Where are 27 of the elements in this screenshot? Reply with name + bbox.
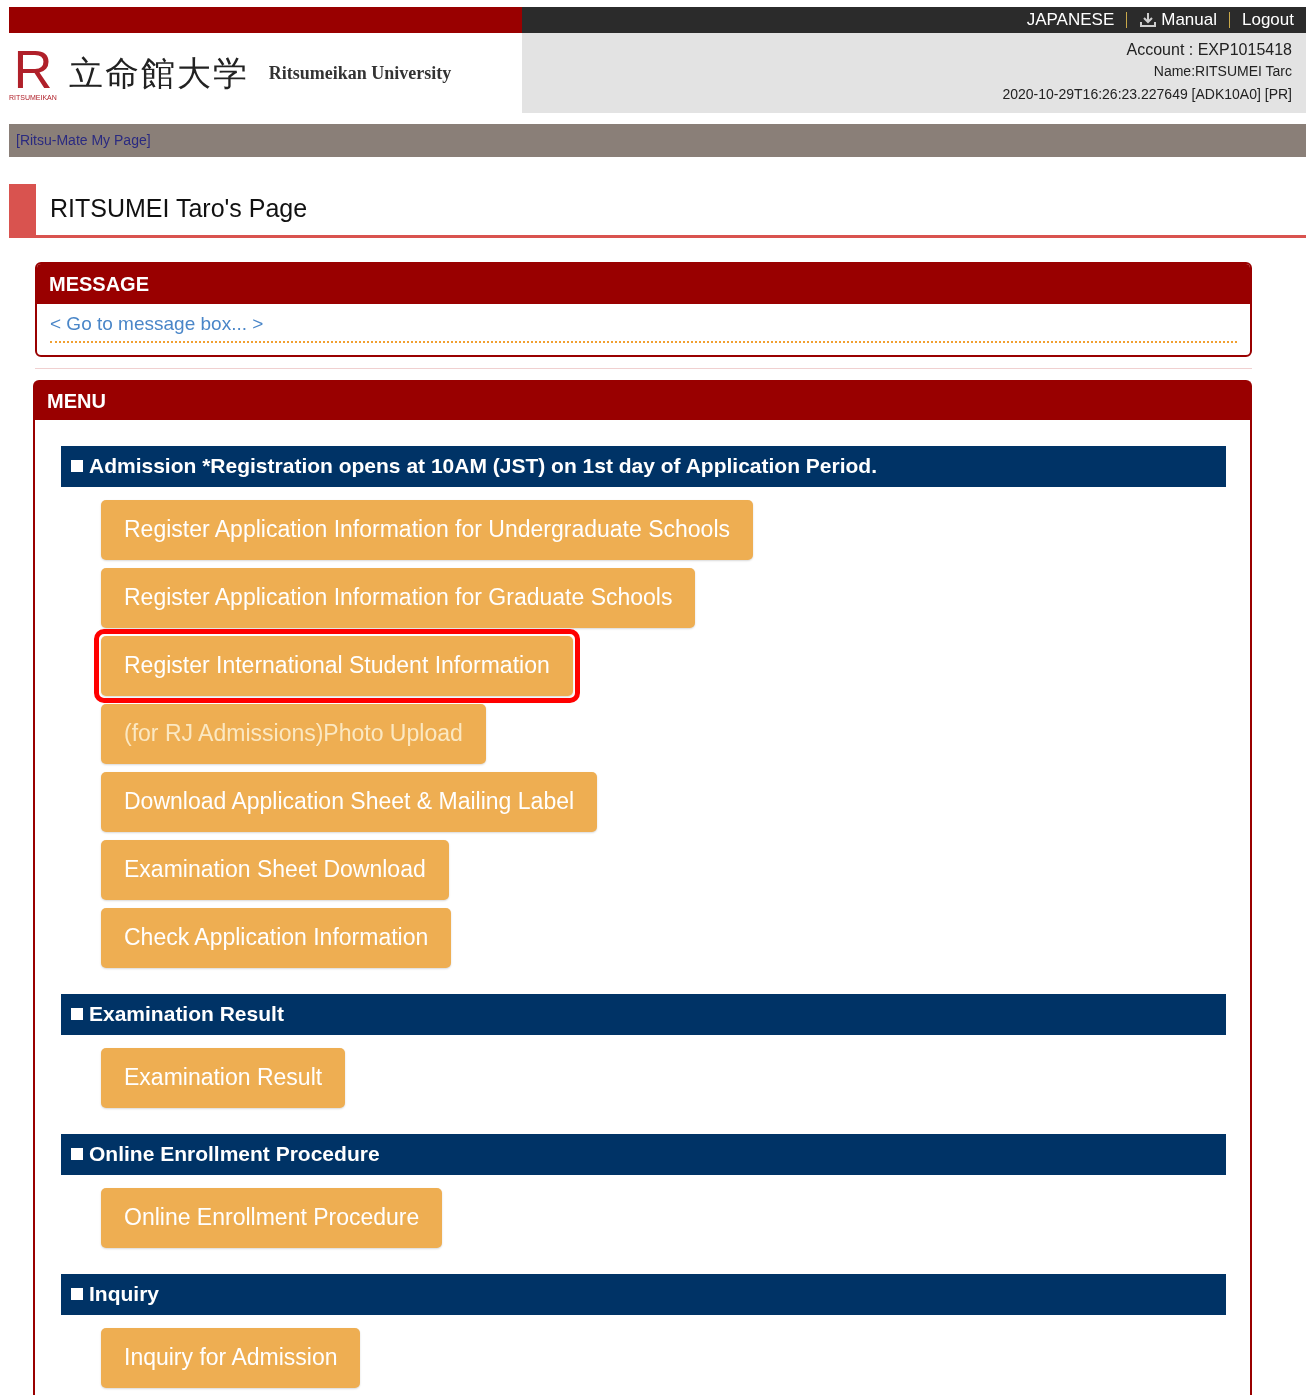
message-header: MESSAGE bbox=[37, 264, 1250, 304]
account-id: Account : EXP1015418 bbox=[1126, 40, 1292, 60]
menu-button[interactable]: Examination Result bbox=[101, 1047, 346, 1108]
menu-button[interactable]: Register Application Information for Undergraduate Schools bbox=[101, 499, 753, 560]
menu-button[interactable]: Examination Sheet Download bbox=[101, 839, 449, 900]
section-header: Admission *Registration opens at 10AM (JST) on 1st day of Application Period. bbox=[61, 445, 1226, 487]
message-box-link[interactable]: < Go to message box... > bbox=[50, 313, 264, 334]
section-header: Inquiry bbox=[61, 1273, 1226, 1315]
logo-english-name: Ritsumeikan University bbox=[268, 61, 452, 85]
menu-button[interactable]: Download Application Sheet & Mailing Label bbox=[101, 771, 598, 832]
account-name: Name:RITSUMEI Tarc bbox=[1153, 62, 1292, 81]
section-header: Examination Result bbox=[61, 993, 1226, 1035]
menu-header: MENU bbox=[35, 381, 1250, 420]
menu-button[interactable]: Inquiry for Admission bbox=[101, 1327, 361, 1388]
menu-button[interactable]: Online Enrollment Procedure bbox=[101, 1187, 443, 1248]
login-timestamp: 2020-10-29T16:26:23.227649 [ADK10A0] [PR] bbox=[1002, 85, 1292, 104]
top-nav-link[interactable]: JAPANESE bbox=[1026, 7, 1115, 33]
top-nav-link[interactable]: Logout bbox=[1242, 7, 1294, 33]
menu-button[interactable]: Register International Student Information bbox=[101, 635, 573, 696]
download-icon bbox=[1139, 12, 1158, 28]
menu-button[interactable]: Register Application Information for Graduate Schools bbox=[101, 567, 696, 628]
page-title: RITSUMEI Taro's Page bbox=[49, 193, 308, 224]
top-nav-link[interactable]: Manual bbox=[1139, 7, 1217, 33]
breadcrumb-link[interactable]: [Ritsu-Mate My Page] bbox=[16, 130, 151, 151]
menu-button[interactable]: Check Application Information bbox=[101, 907, 452, 968]
section-header: Online Enrollment Procedure bbox=[61, 1133, 1226, 1175]
logo-japanese-name: 立命館大学 bbox=[68, 51, 249, 95]
